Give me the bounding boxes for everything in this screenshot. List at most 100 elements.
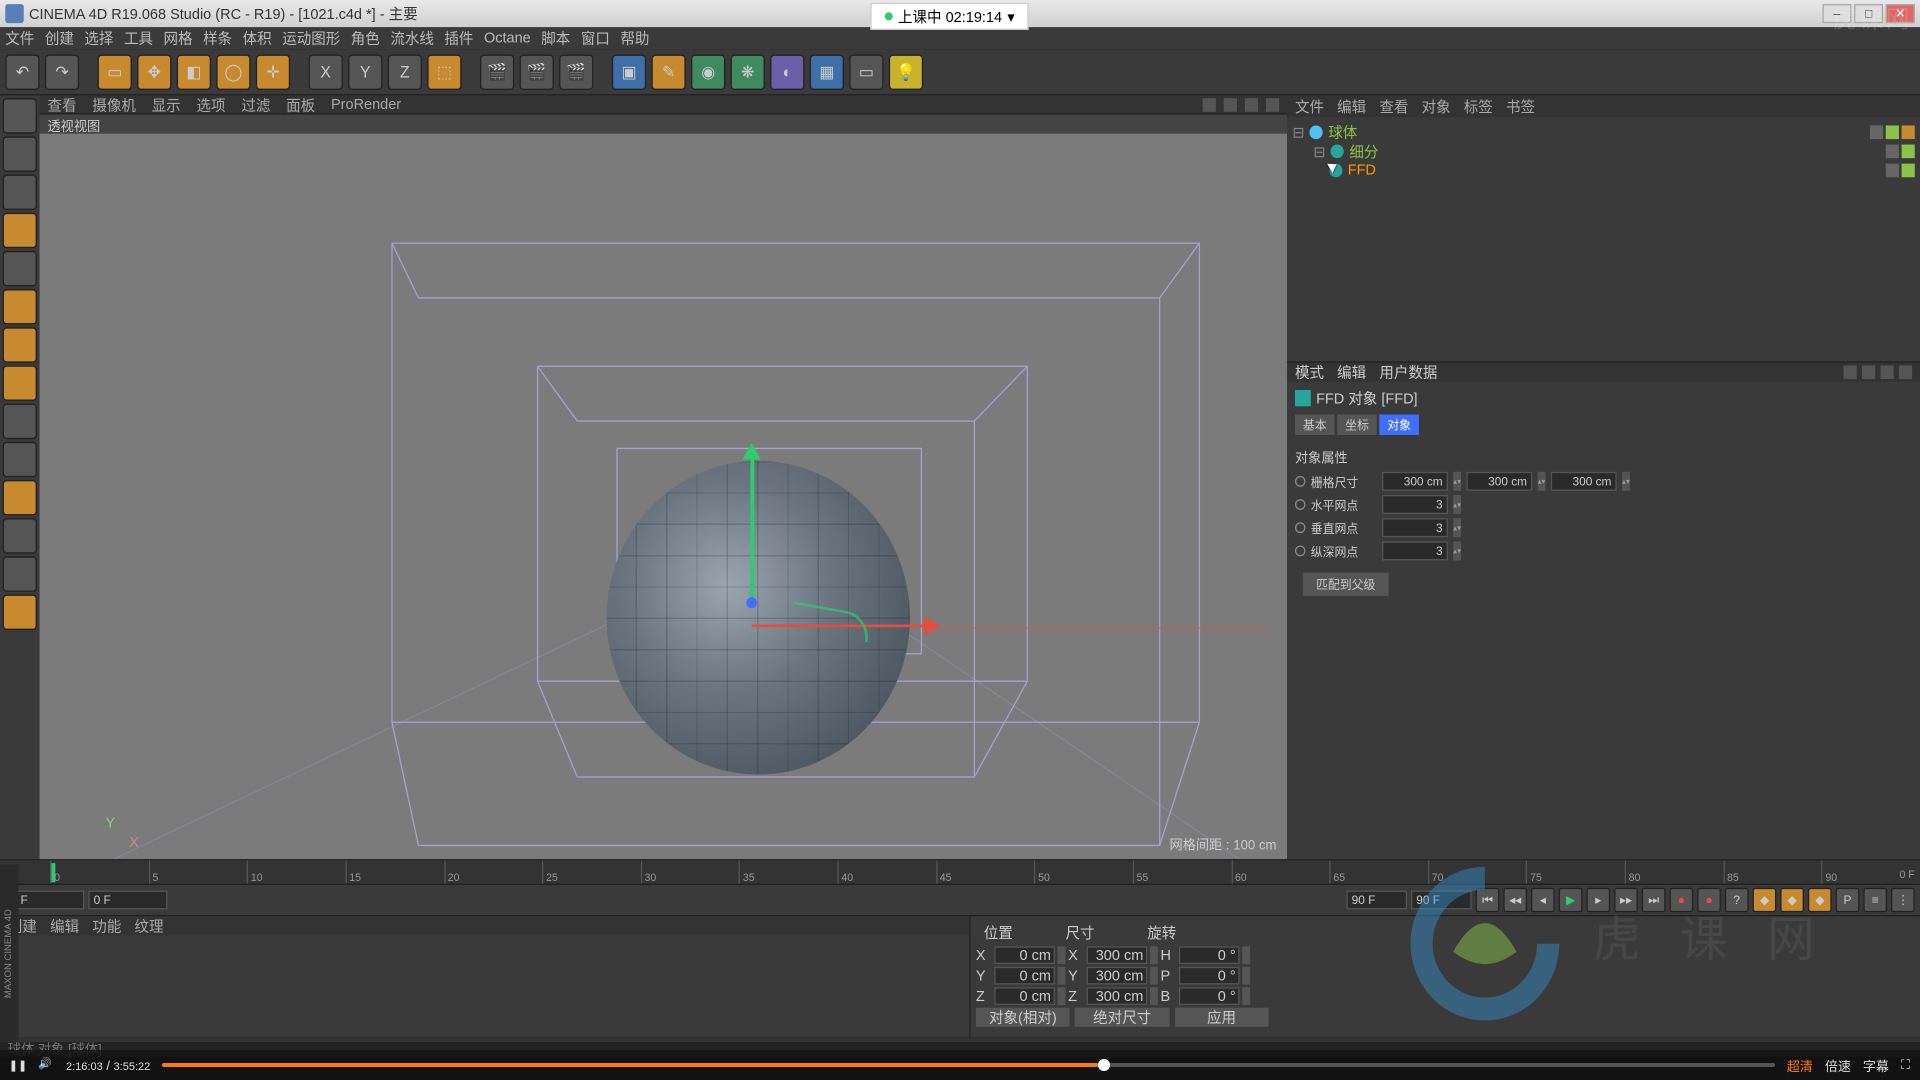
render-region-button[interactable]: 🎬 <box>520 54 554 89</box>
misc-button[interactable] <box>3 595 37 630</box>
vp-nav-icon[interactable] <box>1266 97 1279 111</box>
key-param-button[interactable]: P <box>1836 888 1860 913</box>
attr-tab-userdata[interactable]: 用户数据 <box>1379 361 1437 383</box>
spinner[interactable]: ▴▾ <box>1453 541 1461 560</box>
spinner[interactable]: ▴▾ <box>1453 472 1461 491</box>
size-mode-select[interactable]: 绝对尺寸 <box>1075 1008 1169 1027</box>
pos-x-field[interactable]: 0 cm <box>994 946 1055 964</box>
vp-menu-view[interactable]: 查看 <box>47 93 76 115</box>
coord-mode-select[interactable]: 对象(相对) <box>976 1008 1070 1027</box>
attr-subtab-coord[interactable]: 坐标 <box>1337 415 1377 435</box>
make-editable-button[interactable] <box>3 98 37 133</box>
model-mode-button[interactable] <box>3 136 37 171</box>
next-frame-button[interactable]: ▸ <box>1586 888 1610 913</box>
workplane-button[interactable] <box>3 213 37 248</box>
h-points-field[interactable]: 3 <box>1382 495 1448 514</box>
speed-button[interactable]: 倍速 <box>1825 1056 1851 1075</box>
goto-start-button[interactable]: ⏮ <box>1476 888 1500 913</box>
attr-nav-back-icon[interactable] <box>1844 365 1857 379</box>
uv-button[interactable] <box>3 404 37 439</box>
om-tab-edit[interactable]: 编辑 <box>1337 95 1366 117</box>
om-tab-tags[interactable]: 标签 <box>1464 95 1493 117</box>
key-scale-button[interactable]: ◆ <box>1780 888 1804 913</box>
goto-end-button[interactable]: ⏭ <box>1642 888 1666 913</box>
attr-nav-fwd-icon[interactable] <box>1880 365 1893 379</box>
field-button[interactable]: ◐ <box>770 54 804 89</box>
om-tab-bookmarks[interactable]: 书签 <box>1506 95 1535 117</box>
edge-mode-button[interactable] <box>3 289 37 324</box>
spinner[interactable]: ▴▾ <box>1622 472 1630 491</box>
progress-handle[interactable] <box>1098 1059 1110 1071</box>
pos-y-field[interactable]: 0 cm <box>994 967 1055 985</box>
om-tab-object[interactable]: 对象 <box>1422 95 1451 117</box>
spline-button[interactable]: ✎ <box>651 54 685 89</box>
menu-mesh[interactable]: 网格 <box>164 27 193 49</box>
volume-icon[interactable]: 🔊 <box>38 1057 54 1073</box>
range-start-field[interactable]: 0 F <box>88 890 167 909</box>
grid-size-y-field[interactable]: 300 cm <box>1466 472 1532 491</box>
key-pla-button[interactable]: ≡ <box>1863 888 1887 913</box>
menu-window[interactable]: 窗口 <box>581 27 610 49</box>
menu-create[interactable]: 创建 <box>45 27 74 49</box>
autokey-button[interactable]: ● <box>1697 888 1721 913</box>
size-y-field[interactable]: 300 cm <box>1087 967 1148 985</box>
key-rot-button[interactable]: ◆ <box>1808 888 1832 913</box>
attr-subtab-object[interactable]: 对象 <box>1379 415 1419 435</box>
v-points-field[interactable]: 3 <box>1382 518 1448 537</box>
record-button[interactable]: ● <box>1669 888 1693 913</box>
render-settings-button[interactable]: 🎬 <box>559 54 593 89</box>
attr-tab-edit[interactable]: 编辑 <box>1337 361 1366 383</box>
range-end-field[interactable]: 90 F <box>1346 890 1407 909</box>
apply-button[interactable]: 应用 <box>1175 1008 1269 1027</box>
menu-volume[interactable]: 体积 <box>243 27 272 49</box>
mat-tab-function[interactable]: 功能 <box>92 915 121 937</box>
tree-row-subdiv[interactable]: ⊟ 细分 <box>1292 142 1914 161</box>
axis-y-lock[interactable]: Y <box>348 54 382 89</box>
grid-size-z-field[interactable]: 300 cm <box>1551 472 1617 491</box>
render-view-button[interactable]: 🎬 <box>480 54 514 89</box>
timeline-ruler[interactable]: 0 5 10 15 20 25 30 35 40 45 50 55 60 65 … <box>0 860 1920 885</box>
texture-mode-button[interactable] <box>3 175 37 210</box>
gizmo-y-axis[interactable] <box>750 447 754 597</box>
video-progress-bar[interactable] <box>162 1063 1775 1067</box>
size-x-field[interactable]: 300 cm <box>1087 946 1148 964</box>
menu-help[interactable]: 帮助 <box>620 27 649 49</box>
select-tool[interactable]: ▭ <box>98 54 132 89</box>
axis-x-lock[interactable]: X <box>309 54 343 89</box>
key-misc-button[interactable]: ⋮ <box>1891 888 1915 913</box>
pause-button[interactable]: ❚❚ <box>10 1057 26 1073</box>
layer-button[interactable] <box>3 518 37 553</box>
attr-subtab-basic[interactable]: 基本 <box>1295 415 1335 435</box>
size-z-field[interactable]: 300 cm <box>1087 987 1148 1005</box>
main-menu-bar[interactable]: 文件 创建 选择 工具 网格 样条 体积 运动图形 角色 流水线 插件 Octa… <box>0 27 1920 49</box>
generator-button[interactable]: ◉ <box>691 54 725 89</box>
scale-tool[interactable]: ◧ <box>177 54 211 89</box>
menu-plugins[interactable]: 插件 <box>444 27 473 49</box>
axis-button[interactable] <box>3 365 37 400</box>
tree-row-sphere[interactable]: ⊟ 球体 <box>1292 123 1914 142</box>
vp-menu-filter[interactable]: 过滤 <box>241 93 270 115</box>
om-tab-view[interactable]: 查看 <box>1379 95 1408 117</box>
spinner[interactable]: ▴▾ <box>1453 495 1461 514</box>
rot-p-field[interactable]: 0 ° <box>1179 967 1240 985</box>
menu-file[interactable]: 文件 <box>5 27 34 49</box>
menu-tools[interactable]: 工具 <box>124 27 153 49</box>
attr-tab-mode[interactable]: 模式 <box>1295 361 1324 383</box>
mat-tab-texture[interactable]: 纹理 <box>135 915 164 937</box>
move-tool[interactable]: ✥ <box>137 54 171 89</box>
gizmo-z-axis[interactable] <box>746 597 757 608</box>
recording-status-chip[interactable]: 上课中 02:19:14 ▾ <box>870 3 1029 30</box>
menu-script[interactable]: 脚本 <box>541 27 570 49</box>
prev-frame-button[interactable]: ◂ <box>1531 888 1555 913</box>
close-button[interactable]: ✕ <box>1886 4 1915 23</box>
redo-button[interactable]: ↷ <box>45 54 79 89</box>
mat-tab-edit[interactable]: 编辑 <box>50 915 79 937</box>
lock-button[interactable] <box>3 556 37 591</box>
spinner[interactable]: ▴▾ <box>1538 472 1546 491</box>
rot-b-field[interactable]: 0 ° <box>1179 987 1240 1005</box>
vp-menu-prorender[interactable]: ProRender <box>331 96 401 112</box>
light-button[interactable]: 💡 <box>889 54 923 89</box>
key-pos-button[interactable]: ◆ <box>1753 888 1777 913</box>
polygon-mode-button[interactable] <box>3 327 37 362</box>
attr-nav-lock-icon[interactable] <box>1899 365 1912 379</box>
